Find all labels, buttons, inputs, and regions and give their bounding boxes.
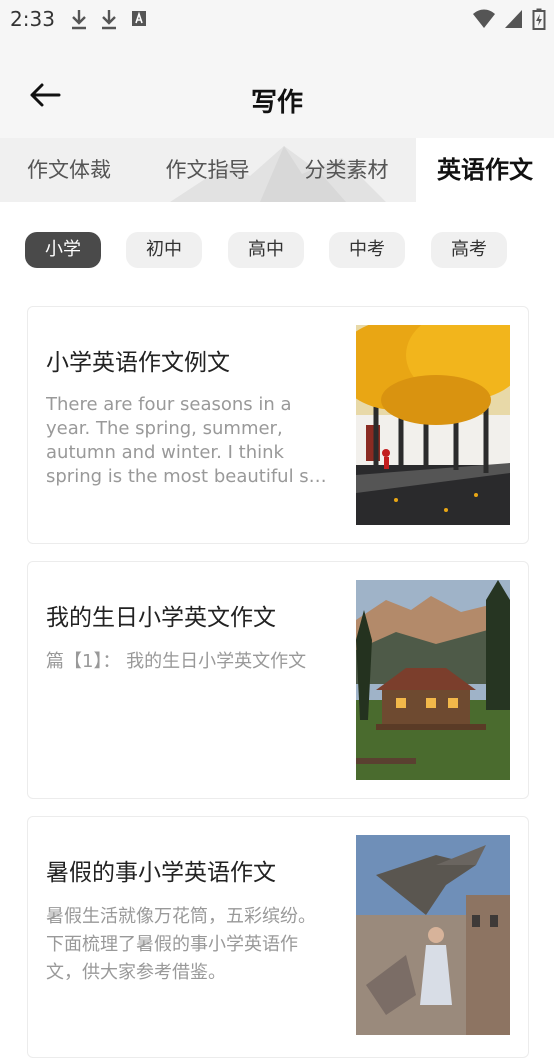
article-card[interactable]: 我的生日小学英文作文 篇【1】： 我的生日小学英文作文 <box>27 561 529 799</box>
article-title: 我的生日小学英文作文 <box>46 605 276 631</box>
chip-senior-high[interactable]: 高中 <box>228 232 304 268</box>
category-tabs: 作文体裁 作文指导 分类素材 英语作文 <box>0 138 554 202</box>
tab-guidance[interactable]: 作文指导 <box>138 138 277 202</box>
article-card[interactable]: 暑假的事小学英语作文 暑假生活就像万花筒，五彩缤纷。下面梳理了暑假的事小学英语作… <box>27 816 529 1058</box>
app-bar: 写作 <box>0 38 554 138</box>
download-icon <box>72 10 86 30</box>
article-title: 小学英语作文例文 <box>46 350 230 376</box>
article-excerpt: There are four seasons in a year. The sp… <box>46 394 327 487</box>
chip-zhongkao[interactable]: 中考 <box>329 232 405 268</box>
chip-junior-high[interactable]: 初中 <box>126 232 202 268</box>
tab-genre[interactable]: 作文体裁 <box>0 138 138 202</box>
tab-english-writing[interactable]: 英语作文 <box>416 138 554 202</box>
article-thumbnail <box>356 580 510 780</box>
download-icon <box>102 10 116 30</box>
signal-icon <box>505 10 522 28</box>
chip-gaokao[interactable]: 高考 <box>431 232 507 268</box>
article-excerpt: 暑假生活就像万花筒，五彩缤纷。下面梳理了暑假的事小学英语作文，供大家参考借鉴。 <box>46 906 316 983</box>
article-thumbnail <box>356 835 510 1035</box>
grade-filter: 小学 初中 高中 中考 高考 <box>0 230 554 270</box>
chip-primary[interactable]: 小学 <box>25 232 101 268</box>
status-bar: 2:33 <box>0 0 554 38</box>
wifi-icon <box>473 9 495 28</box>
article-excerpt: 篇【1】： 我的生日小学英文作文 <box>46 651 307 672</box>
tab-materials[interactable]: 分类素材 <box>277 138 416 202</box>
status-time: 2:33 <box>10 7 55 31</box>
article-thumbnail <box>356 325 510 525</box>
app-notification-icon <box>132 11 146 26</box>
page-title: 写作 <box>250 88 303 118</box>
battery-charging-icon <box>532 8 546 30</box>
article-card[interactable]: 小学英语作文例文 There are four seasons in a yea… <box>27 306 529 544</box>
article-title: 暑假的事小学英语作文 <box>46 860 276 886</box>
